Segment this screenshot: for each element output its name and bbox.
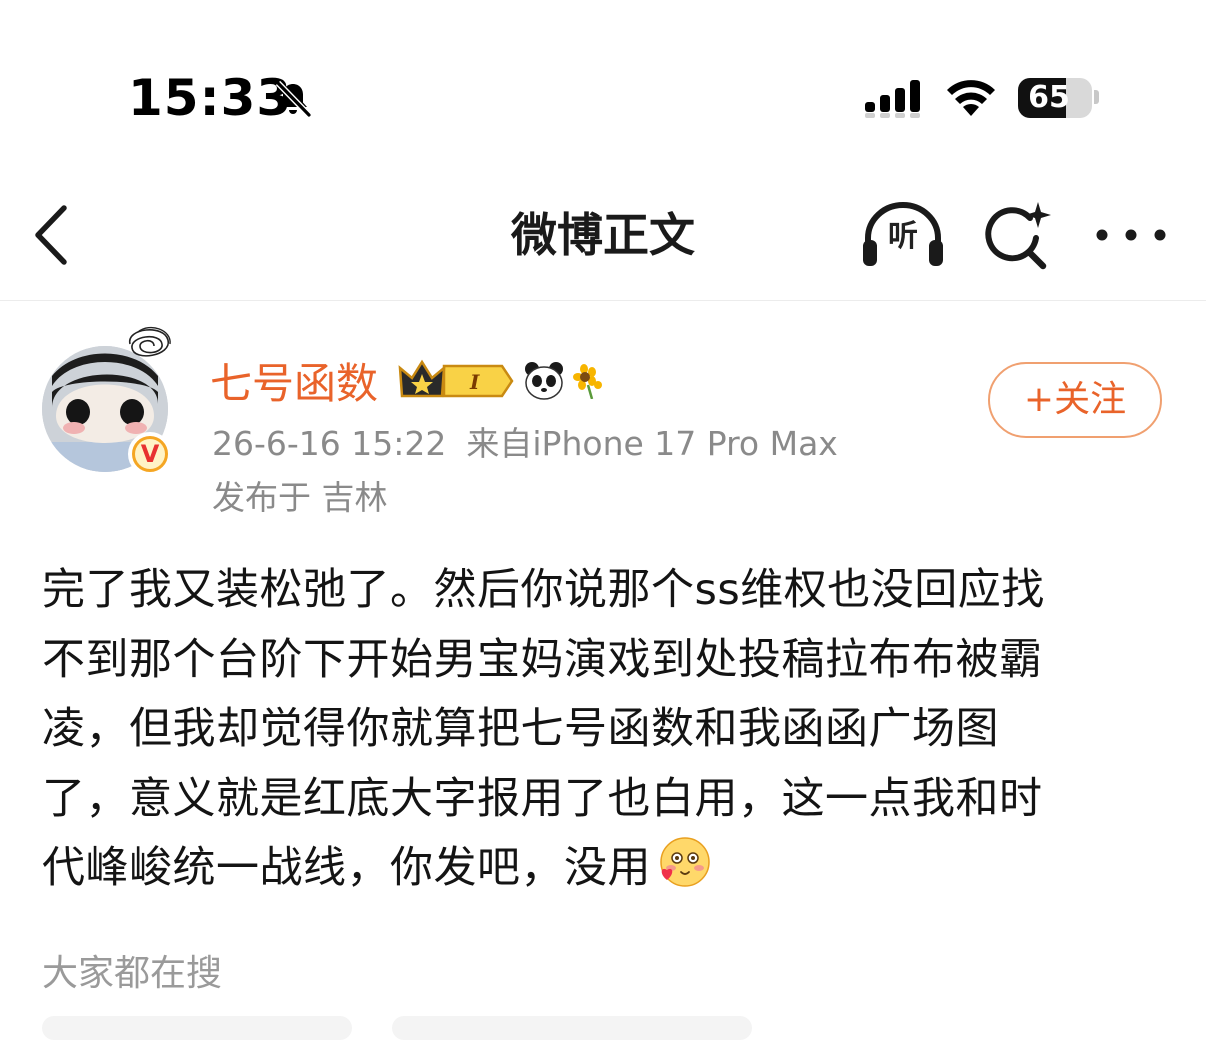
status-time: 15:33	[128, 69, 293, 127]
post-meta: 26-6-16 15:22 来自iPhone 17 Pro Max	[212, 418, 838, 470]
crown-level-badge[interactable]: I	[398, 358, 516, 404]
author-name[interactable]: 七号函数	[210, 354, 378, 414]
heart-face-emoji	[660, 837, 710, 887]
verified-mark: V	[135, 439, 165, 469]
follow-button[interactable]: +关注	[988, 362, 1162, 438]
listen-label: 听	[888, 219, 918, 254]
author-badges: I	[398, 358, 606, 404]
bell-slash-icon	[275, 80, 312, 118]
nav-bar: 微博正文 听	[0, 170, 1206, 301]
level-mark: I	[469, 370, 480, 394]
post-text-line: 不到那个台阶下开始男宝妈演戏到处投稿拉布布被霸	[42, 634, 1043, 685]
post-text-line-last: 代峰峻统一战线，你发吧，没用	[42, 834, 1166, 904]
post-body: 完了我又装松弛了。然后你说那个ss维权也没回应找 不到那个台阶下开始男宝妈演戏到…	[42, 556, 1166, 904]
cellular-signal-icon	[865, 80, 920, 118]
more-dots-icon[interactable]	[1092, 212, 1170, 258]
post-date: 26-6-16 15:22	[212, 424, 447, 463]
sunflower-icon	[573, 364, 602, 399]
trending-chip[interactable]	[392, 1016, 752, 1040]
scribble-decoration	[129, 326, 171, 357]
wifi-icon	[947, 80, 995, 116]
panda-icon	[525, 362, 563, 400]
listen-button[interactable]: 听	[860, 200, 946, 270]
post-text-line: 了，意义就是红底大字报用了也白用，这一点我和时	[42, 773, 1043, 824]
verified-badge: V	[128, 432, 172, 476]
post-location: 发布于 吉林	[212, 478, 388, 517]
trending-label: 大家都在搜	[42, 953, 223, 994]
battery-tip	[1094, 90, 1099, 104]
battery-icon: 65	[1018, 78, 1092, 118]
page-title: 微博正文	[511, 208, 695, 262]
post-text-line: 凌，但我却觉得你就算把七号函数和我函函广场图	[42, 704, 999, 754]
post-text-line: 代峰峻统一战线，你发吧，没用	[42, 843, 651, 893]
search-sparkle-icon[interactable]	[980, 200, 1056, 270]
post-source[interactable]: 来自iPhone 17 Pro Max	[466, 424, 837, 463]
status-bar: 15:33 65	[0, 0, 1206, 160]
post-text-line: 完了我又装松弛了。然后你说那个ss维权也没回应找	[42, 565, 1045, 615]
trending-chip[interactable]	[42, 1016, 352, 1040]
battery-level-text: 65	[1028, 80, 1070, 115]
back-button[interactable]	[30, 200, 80, 270]
